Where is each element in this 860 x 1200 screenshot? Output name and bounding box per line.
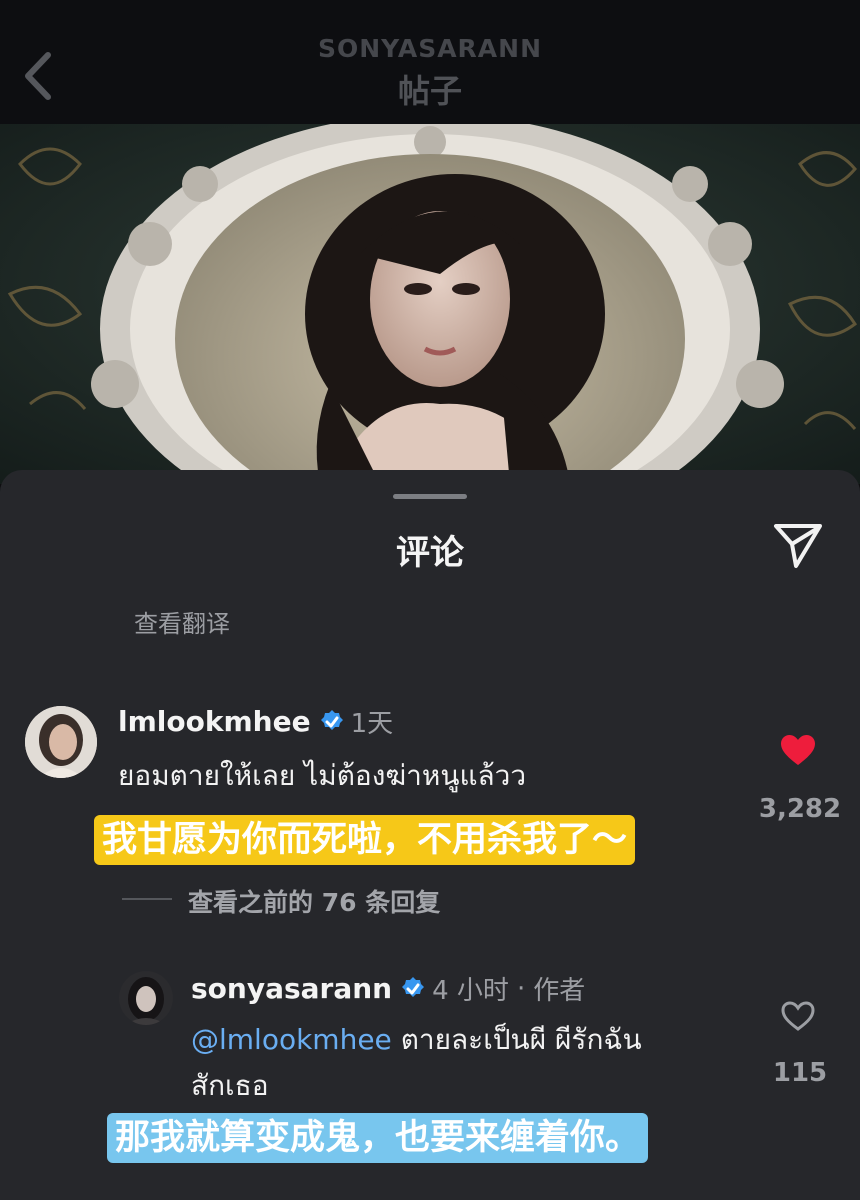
heart-outline-icon xyxy=(781,1001,815,1031)
send-icon xyxy=(774,524,822,568)
share-button[interactable] xyxy=(770,520,830,574)
verified-badge-icon xyxy=(402,976,425,997)
reply-text-line1: ตายละเป็นผี ผีรักฉัน xyxy=(400,1023,642,1056)
avatar[interactable] xyxy=(25,706,97,778)
comment-text: ยอมตายให้เลย ไม่ต้องฆ่าหนูแล้วว xyxy=(118,759,527,792)
verified-badge-icon xyxy=(320,709,343,730)
translation-overlay: 我甘愿为你而死啦，不用杀我了～ xyxy=(94,815,636,865)
reply-like-count: 115 xyxy=(772,1058,828,1088)
meta-separator: · xyxy=(516,973,526,1004)
translation-overlay: 那我就算变成鬼，也要来缠着你。 xyxy=(107,1113,649,1163)
avatar-image xyxy=(25,706,97,778)
header-username[interactable]: SONYASARANN xyxy=(0,34,860,63)
author-label: 作者 xyxy=(533,976,586,1006)
reply-text: @lmlookmhee ตายละเป็นผี ผีรักฉัน xyxy=(191,1018,642,1062)
page-title: 帖子 xyxy=(397,72,462,110)
comments-title: 评论 xyxy=(396,533,464,573)
reply-username[interactable]: sonyasarann xyxy=(191,972,392,1005)
reply-avatar[interactable] xyxy=(119,971,173,1025)
comments-sheet: 评论 查看翻译 lmlookmhee 1天 ยอมตายให้เลย ไม่ต้… xyxy=(0,470,860,1200)
reply-mention[interactable]: @lmlookmhee xyxy=(191,1023,392,1056)
divider xyxy=(122,898,172,900)
like-count: 3,282 xyxy=(758,794,842,824)
view-replies-link[interactable]: 查看之前的 76 条回复 xyxy=(188,883,440,919)
comment-header: lmlookmhee 1天 xyxy=(118,703,393,740)
avatar-image xyxy=(119,971,173,1025)
reply-text-line2: สักเธอ xyxy=(191,1069,269,1102)
like-button[interactable] xyxy=(780,734,820,770)
reply-header: sonyasarann 4 小时 · 作者 xyxy=(191,970,585,1007)
reply-like-button[interactable] xyxy=(780,1000,820,1036)
reply-time: 4 小时 xyxy=(432,976,509,1006)
top-bar: SONYASARANN 帖子 xyxy=(0,0,860,124)
drag-handle[interactable] xyxy=(393,494,467,499)
comment-username[interactable]: lmlookmhee xyxy=(118,705,311,738)
comment-time: 1天 xyxy=(350,709,394,739)
heart-filled-icon xyxy=(781,735,815,765)
see-translation-link[interactable]: 查看翻译 xyxy=(134,604,230,639)
post-photo[interactable] xyxy=(0,124,860,484)
post-image xyxy=(0,124,860,484)
